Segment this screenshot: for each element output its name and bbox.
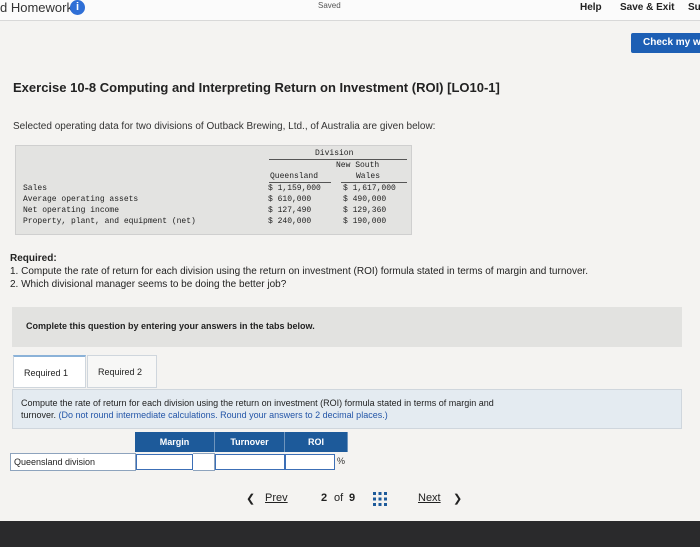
top-bar: d Homework i Saved Help Save & Exit Su (0, 0, 700, 21)
margin-unit-cell (193, 453, 215, 471)
roi-input[interactable] (285, 454, 335, 470)
instructions-box: Compute the rate of return for each divi… (12, 389, 682, 429)
col-header-queensland: Queensland (270, 172, 319, 181)
grid-view-icon[interactable] (373, 492, 387, 506)
row-label-noi: Net operating income (23, 206, 120, 215)
next-chevron-icon[interactable]: ❯ (453, 492, 462, 505)
page-of-label: of (334, 492, 344, 504)
intro-text: Selected operating data for two division… (13, 121, 436, 132)
ppe-queensland: $ 240,000 (268, 217, 312, 226)
prev-button[interactable]: Prev (265, 492, 288, 504)
saved-status: Saved (318, 1, 341, 10)
instructions-rounding-note: (Do not round intermediate calculations.… (58, 410, 388, 420)
nsw-underline (341, 182, 407, 183)
help-link[interactable]: Help (580, 2, 602, 13)
sales-nsw: $ 1,617,000 (343, 184, 396, 193)
instructions-line-2-start: turnover. (21, 410, 59, 420)
row-label-queensland-division: Queensland division (10, 453, 136, 471)
bottom-frame (0, 521, 700, 547)
roi-percent-sign: % (337, 456, 346, 466)
submit-link[interactable]: Su (688, 2, 700, 13)
col-header-nsw-1: New South (336, 161, 380, 170)
assets-nsw: $ 490,000 (343, 195, 387, 204)
check-my-work-button[interactable]: Check my w (631, 33, 700, 53)
exercise-title: Exercise 10-8 Computing and Interpreting… (13, 80, 500, 95)
complete-question-banner: Complete this question by entering your … (12, 307, 682, 347)
tab-required-1[interactable]: Required 1 (13, 355, 86, 388)
noi-nsw: $ 129,360 (343, 206, 387, 215)
row-label-assets: Average operating assets (23, 195, 139, 204)
total-pages: 9 (349, 492, 356, 504)
required-heading: Required: (10, 253, 57, 264)
header-turnover: Turnover (215, 432, 285, 452)
info-icon[interactable]: i (70, 0, 85, 15)
required-item-2: 2. Which divisional manager seems to be … (10, 279, 287, 290)
noi-queensland: $ 127,490 (268, 206, 312, 215)
division-data-table: Division New South Queensland Wales Sale… (15, 145, 412, 235)
next-button[interactable]: Next (418, 492, 441, 504)
division-header: Division (315, 149, 354, 158)
prev-chevron-icon[interactable]: ❮ (246, 492, 255, 505)
margin-input[interactable] (136, 454, 193, 470)
sales-queensland: $ 1,159,000 (268, 184, 321, 193)
complete-question-text: Complete this question by entering your … (26, 321, 315, 331)
row-label-ppe: Property, plant, and equipment (net) (23, 217, 196, 226)
turnover-input[interactable] (215, 454, 285, 470)
instructions-line-1: Compute the rate of return for each divi… (21, 398, 494, 408)
row-label-sales: Sales (23, 184, 48, 193)
ppe-nsw: $ 190,000 (343, 217, 387, 226)
division-underline (269, 159, 407, 160)
save-exit-link[interactable]: Save & Exit (620, 2, 674, 13)
app-title: d Homework (0, 0, 73, 15)
header-roi: ROI (285, 432, 348, 452)
assets-queensland: $ 610,000 (268, 195, 312, 204)
tab-required-2[interactable]: Required 2 (87, 355, 157, 388)
current-page: 2 (321, 492, 328, 504)
instructions-line-2: turnover. (Do not round intermediate cal… (21, 410, 388, 420)
required-item-1: 1. Compute the rate of return for each d… (10, 266, 589, 277)
header-margin: Margin (135, 432, 215, 452)
queensland-underline (269, 182, 331, 183)
col-header-nsw-2: Wales (356, 172, 381, 181)
